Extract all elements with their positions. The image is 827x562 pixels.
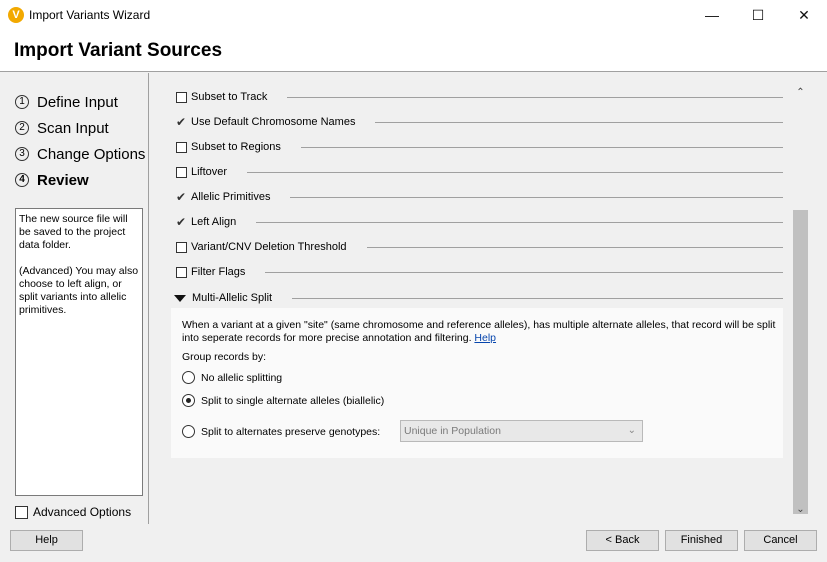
step-change-options: 3 Change Options bbox=[15, 141, 150, 167]
option-multi-allelic-split[interactable]: Multi-Allelic Split bbox=[171, 288, 783, 308]
scroll-down-icon[interactable]: ⌄ bbox=[793, 502, 808, 517]
option-subset-to-regions[interactable]: Subset to Regions bbox=[171, 137, 783, 157]
group-records-label: Group records by: bbox=[182, 351, 267, 363]
step-label: Review bbox=[37, 171, 89, 189]
wizard-steps: 1 Define Input 2 Scan Input 3 Change Opt… bbox=[15, 89, 150, 193]
vertical-divider bbox=[148, 73, 149, 524]
radio-label: Split to alternates preserve genotypes: bbox=[201, 425, 381, 438]
step-label: Change Options bbox=[37, 145, 146, 163]
divider-line bbox=[287, 96, 783, 98]
finished-button[interactable]: Finished bbox=[665, 530, 738, 551]
window-title: Import Variants Wizard bbox=[29, 8, 151, 22]
option-subset-to-track[interactable]: Subset to Track bbox=[171, 87, 783, 107]
title-bar: V Import Variants Wizard — ☐ ✕ bbox=[0, 0, 827, 30]
vertical-scrollbar[interactable]: ⌃ ⌄ bbox=[793, 85, 808, 517]
divider-line bbox=[265, 271, 783, 273]
checkmark-icon[interactable]: ✔ bbox=[176, 115, 187, 129]
divider-line bbox=[300, 146, 783, 148]
option-liftover[interactable]: Liftover bbox=[171, 162, 783, 182]
info-text-box: The new source file will be saved to the… bbox=[15, 208, 143, 496]
back-button[interactable]: < Back bbox=[586, 530, 659, 551]
wizard-header: Import Variant Sources bbox=[0, 30, 827, 72]
step-label: Define Input bbox=[37, 93, 118, 111]
radio-label: No allelic splitting bbox=[201, 371, 283, 384]
checkbox-box[interactable] bbox=[176, 241, 187, 253]
divider-line bbox=[256, 221, 783, 223]
scrollbar-track[interactable] bbox=[793, 100, 808, 514]
help-link[interactable]: Help bbox=[474, 332, 496, 344]
step-label: Scan Input bbox=[37, 119, 109, 137]
option-label: Allelic Primitives bbox=[191, 191, 271, 203]
step-define-input: 1 Define Input bbox=[15, 89, 150, 115]
step-scan-input: 2 Scan Input bbox=[15, 115, 150, 141]
divider-line bbox=[366, 246, 783, 248]
option-label: Variant/CNV Deletion Threshold bbox=[191, 241, 347, 253]
chevron-down-icon: ⌄ bbox=[627, 425, 636, 436]
checkbox-box[interactable] bbox=[176, 266, 187, 278]
radio-split-preserve-genotypes[interactable]: Split to alternates preserve genotypes: bbox=[182, 425, 380, 438]
step-review: 4 Review bbox=[15, 167, 150, 193]
checkmark-icon[interactable]: ✔ bbox=[176, 190, 187, 204]
preserve-genotypes-select[interactable]: Unique in Population ⌄ bbox=[400, 420, 643, 442]
select-value: Unique in Population bbox=[404, 425, 501, 437]
option-use-default-chromosome-names[interactable]: ✔ Use Default Chromosome Names bbox=[171, 112, 783, 132]
radio-button[interactable] bbox=[182, 394, 195, 407]
option-label: Left Align bbox=[191, 216, 237, 228]
app-logo-icon: V bbox=[8, 7, 24, 23]
step-number: 3 bbox=[15, 147, 29, 161]
step-number: 1 bbox=[15, 95, 29, 109]
checkbox-box[interactable] bbox=[15, 505, 28, 519]
close-button[interactable]: ✕ bbox=[781, 0, 827, 30]
option-variant-cnv-deletion-threshold[interactable]: Variant/CNV Deletion Threshold bbox=[171, 237, 783, 257]
option-filter-flags[interactable]: Filter Flags bbox=[171, 262, 783, 282]
radio-split-biallelic[interactable]: Split to single alternate alleles (biall… bbox=[182, 394, 384, 407]
checkbox-box[interactable] bbox=[176, 166, 187, 178]
step-number: 2 bbox=[15, 121, 29, 135]
scroll-up-icon[interactable]: ⌃ bbox=[793, 85, 808, 100]
option-label: Subset to Track bbox=[191, 91, 268, 103]
checkbox-box[interactable] bbox=[176, 141, 187, 153]
help-button[interactable]: Help bbox=[10, 530, 83, 551]
divider-line bbox=[375, 121, 783, 123]
minimize-button[interactable]: — bbox=[689, 0, 735, 30]
page-title: Import Variant Sources bbox=[14, 40, 223, 61]
radio-label: Split to single alternate alleles (biall… bbox=[201, 394, 385, 407]
maximize-button[interactable]: ☐ bbox=[735, 0, 781, 30]
radio-button[interactable] bbox=[182, 425, 195, 438]
divider-line bbox=[292, 297, 783, 299]
option-left-align[interactable]: ✔ Left Align bbox=[171, 212, 783, 232]
option-label: Use Default Chromosome Names bbox=[191, 116, 356, 128]
option-allelic-primitives[interactable]: ✔ Allelic Primitives bbox=[171, 187, 783, 207]
option-label: Multi-Allelic Split bbox=[192, 292, 273, 304]
option-label: Filter Flags bbox=[191, 266, 246, 278]
checkbox-box[interactable] bbox=[176, 91, 187, 103]
option-label: Liftover bbox=[191, 166, 228, 178]
divider-line bbox=[290, 196, 783, 198]
radio-no-allelic-splitting[interactable]: No allelic splitting bbox=[182, 371, 282, 384]
expand-triangle-icon[interactable] bbox=[174, 294, 186, 302]
checkmark-icon[interactable]: ✔ bbox=[176, 215, 187, 229]
cancel-button[interactable]: Cancel bbox=[744, 530, 817, 551]
option-label: Subset to Regions bbox=[191, 141, 281, 153]
radio-button[interactable] bbox=[182, 371, 195, 384]
step-number: 4 bbox=[15, 173, 29, 187]
advanced-options-checkbox[interactable]: Advanced Options bbox=[15, 505, 131, 519]
advanced-options-label: Advanced Options bbox=[33, 505, 132, 519]
divider-line bbox=[247, 171, 783, 173]
scrollbar-thumb[interactable] bbox=[793, 210, 808, 514]
split-description: When a variant at a given "site" (same c… bbox=[182, 319, 777, 345]
